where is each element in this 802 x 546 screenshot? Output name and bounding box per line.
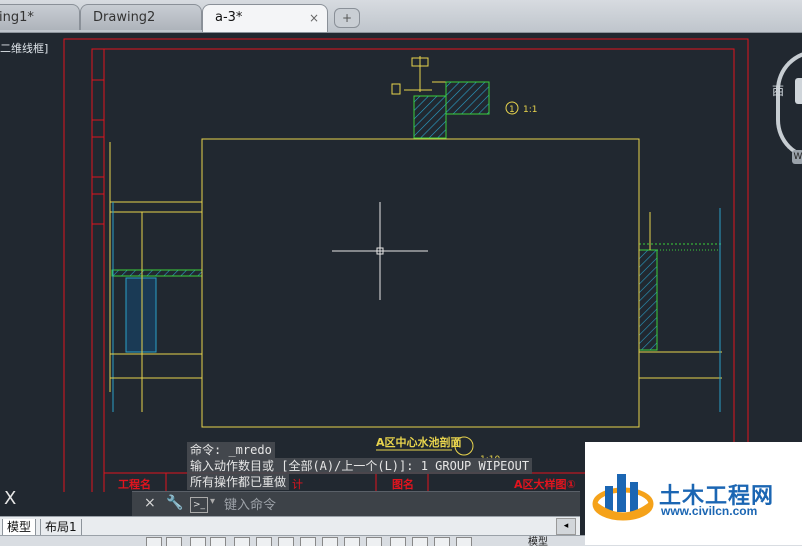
hatched-beam [445, 81, 490, 115]
close-icon[interactable]: × [309, 5, 319, 31]
drawing-canvas[interactable]: 工程名 计 图名 A区大样图① 1 1:1 A区中心水池剖面 1:10 [0, 32, 802, 492]
detail-marker-number: 1 [509, 105, 515, 115]
wipeout-frame[interactable] [201, 138, 640, 428]
watermark-logo: 土木工程网 www.civilcn.com [585, 442, 802, 545]
layout-tab-bar: 模型 布局1 [0, 516, 580, 536]
command-history: 命令: _mredo 输入动作数目或 [全部(A)/上一个(L)]: 1 GRO… [187, 442, 533, 490]
command-history-line: 输入动作数目或 [全部(A)/上一个(L)]: 1 GROUP WIPEOUT [187, 458, 533, 474]
viewcube-face[interactable] [795, 78, 802, 104]
side-cell [91, 79, 105, 121]
side-cell [91, 193, 105, 225]
tab-model[interactable]: 模型 [2, 519, 37, 536]
tab-layout1[interactable]: 布局1 [40, 519, 82, 535]
side-cell [91, 136, 105, 178]
tab-a-3[interactable]: a-3* × [202, 4, 328, 32]
document-tab-bar: ing1* Drawing2 a-3* × + [0, 0, 802, 33]
close-icon[interactable]: × [144, 495, 156, 511]
tab-drawing1[interactable]: ing1* [0, 4, 80, 30]
ucs-axis-label: X [4, 488, 17, 509]
command-line: × 🔧 >_ ▾ [132, 491, 580, 517]
tab-label: a-3* [215, 10, 243, 25]
command-input[interactable] [222, 496, 566, 515]
hatched-column [413, 95, 447, 139]
dimension-text-box [391, 83, 401, 95]
detail-scale: 1:1 [523, 105, 537, 115]
scroll-left-button[interactable]: ◂ [556, 518, 576, 535]
command-history-line: 命令: _mredo [187, 442, 275, 458]
chevron-down-icon[interactable]: ▾ [210, 496, 215, 507]
command-history-line: 所有操作都已重做 [187, 474, 290, 490]
prompt-icon[interactable]: >_ [190, 497, 208, 513]
tab-drawing2[interactable]: Drawing2 [80, 4, 202, 30]
project-label: 工程名 [118, 477, 151, 491]
hatched-wall [638, 249, 658, 351]
hatched-slab [111, 269, 203, 277]
plus-icon: + [341, 11, 353, 25]
wrench-icon[interactable]: 🔧 [166, 495, 183, 511]
watermark-url: www.civilcn.com [661, 504, 758, 518]
concrete-fill [125, 277, 157, 353]
tab-label: ing1* [0, 10, 34, 25]
model-space-button[interactable]: 模型 [528, 536, 548, 546]
building-logo-icon [592, 474, 654, 521]
wcs-menu[interactable]: W [792, 150, 802, 164]
viewcube-west-label[interactable]: 西 [772, 82, 784, 99]
new-tab-button[interactable]: + [334, 8, 360, 28]
tab-label: Drawing2 [93, 10, 156, 25]
